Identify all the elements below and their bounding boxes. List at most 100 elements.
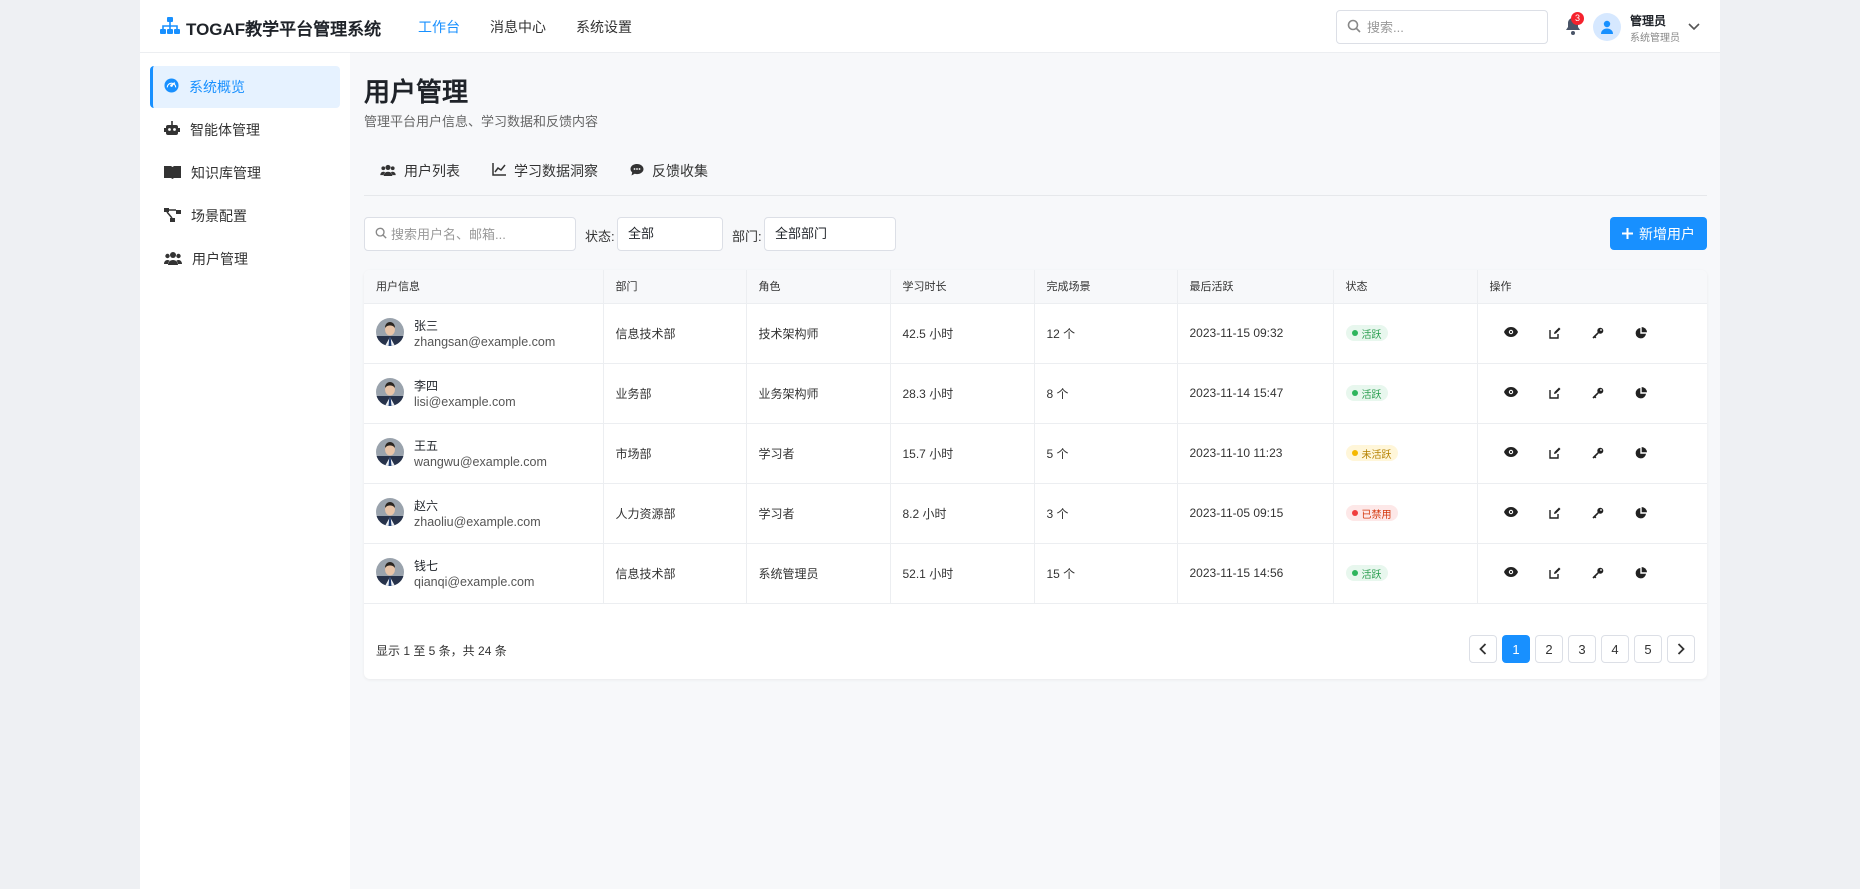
role-cell: 技术架构师 [746, 303, 891, 364]
key-icon[interactable] [1591, 327, 1604, 339]
column-header[interactable]: 用户信息 [364, 270, 604, 304]
column-header[interactable]: 角色 [746, 270, 891, 304]
next-page-button[interactable] [1667, 635, 1695, 663]
key-icon[interactable] [1591, 507, 1604, 519]
status-dot [1351, 570, 1358, 576]
user-email: zhangsan@example.com [414, 335, 556, 349]
app-window: TOGAF教学平台管理系统 工作台 消息中心 系统设置 3 管理员 系统管理员 [140, 0, 1720, 889]
page-1-button[interactable]: 1 [1502, 635, 1530, 663]
search-icon [375, 227, 387, 242]
chevron-right-icon [1677, 643, 1685, 655]
role-cell: 学习者 [746, 483, 891, 544]
pie-chart-icon[interactable] [1635, 387, 1647, 399]
page-3-button[interactable]: 3 [1568, 635, 1596, 663]
pie-chart-icon[interactable] [1635, 507, 1647, 519]
pie-chart-icon[interactable] [1635, 567, 1647, 579]
eye-icon[interactable] [1503, 507, 1518, 519]
sidebar-item-overview[interactable]: 系统概览 [150, 66, 340, 108]
status-badge: 未活跃 [1345, 445, 1398, 461]
dept-filter-select[interactable]: 全部部门 [764, 217, 896, 251]
sidebar-item-agents[interactable]: 智能体管理 [150, 109, 340, 151]
table-row[interactable]: 张三 zhangsan@example.com 信息技术部 技术架构师 42.5 小时 1… [364, 303, 1707, 364]
key-icon[interactable] [1591, 447, 1604, 459]
table-row[interactable]: 赵六 zhaoliu@example.com 人力资源部 学习者 8.2 小时 3 个 20… [364, 483, 1707, 544]
page-2-button[interactable]: 2 [1535, 635, 1563, 663]
user-search-input[interactable] [391, 226, 571, 242]
sidebar-item-users[interactable]: 用户管理 [150, 238, 340, 280]
status-dot [1351, 510, 1358, 516]
key-icon[interactable] [1591, 567, 1604, 579]
tabs: 用户列表 学习数据洞察 反馈收集 [364, 156, 1707, 196]
user-email: lisi@example.com [414, 395, 516, 409]
actions-cell [1477, 483, 1707, 544]
user-email: zhaoliu@example.com [414, 515, 541, 529]
sidebar-item-knowledge-base[interactable]: 知识库管理 [150, 152, 340, 194]
hours-cell: 8.2 小时 [890, 483, 1035, 544]
column-header[interactable]: 完成场景 [1034, 270, 1178, 304]
user-info-cell: 王五 wangwu@example.com [364, 423, 604, 484]
book-icon [164, 165, 181, 182]
nav-system-settings[interactable]: 系统设置 [576, 17, 632, 37]
prev-page-button[interactable] [1469, 635, 1497, 663]
pie-chart-icon[interactable] [1635, 447, 1647, 459]
scenes-cell: 12 个 [1034, 303, 1178, 364]
table-row[interactable]: 李四 lisi@example.com 业务部 业务架构师 28.3 小时 8 个 2023… [364, 363, 1707, 424]
status-filter-select[interactable]: 全部 [617, 217, 723, 251]
global-search[interactable] [1336, 10, 1548, 44]
sidebar-item-scenes[interactable]: 场景配置 [150, 195, 340, 237]
table-row[interactable]: 王五 wangwu@example.com 市场部 学习者 15.7 小时 5 个 2023… [364, 423, 1707, 484]
avatar [376, 317, 404, 349]
edit-icon[interactable] [1548, 567, 1561, 579]
tab-label: 用户列表 [404, 163, 460, 179]
robot-icon [164, 121, 180, 139]
tab-feedback[interactable]: 反馈收集 [630, 156, 708, 186]
eye-icon[interactable] [1503, 447, 1518, 459]
eye-icon[interactable] [1503, 327, 1518, 339]
plus-icon [1622, 226, 1633, 242]
add-user-button[interactable]: 新增用户 [1610, 217, 1707, 250]
hours-cell: 52.1 小时 [890, 543, 1035, 604]
status-text: 活跃 [1361, 389, 1382, 401]
page-4-button[interactable]: 4 [1601, 635, 1629, 663]
page-5-button[interactable]: 5 [1634, 635, 1662, 663]
eye-icon[interactable] [1503, 387, 1518, 399]
avatar [376, 377, 404, 409]
flow-icon [164, 207, 181, 225]
role-cell: 业务架构师 [746, 363, 891, 424]
hours-cell: 42.5 小时 [890, 303, 1035, 364]
nav-workbench[interactable]: 工作台 [418, 17, 460, 37]
edit-icon[interactable] [1548, 387, 1561, 399]
user-avatar[interactable] [1593, 13, 1621, 41]
nav-message-center[interactable]: 消息中心 [490, 17, 546, 37]
status-badge: 已禁用 [1345, 505, 1398, 521]
edit-icon[interactable] [1548, 327, 1561, 339]
edit-icon[interactable] [1548, 447, 1561, 459]
table-row[interactable]: 钱七 qianqi@example.com 信息技术部 系统管理员 52.1 小时 15 … [364, 543, 1707, 604]
brand[interactable]: TOGAF教学平台管理系统 [160, 15, 381, 40]
global-search-input[interactable] [1367, 19, 1537, 35]
column-header[interactable]: 状态 [1333, 270, 1478, 304]
last-active-cell: 2023-11-15 14:56 [1177, 543, 1334, 604]
column-header[interactable]: 最后活跃 [1177, 270, 1334, 304]
key-icon[interactable] [1591, 387, 1604, 399]
comment-icon [630, 163, 644, 179]
chevron-down-icon[interactable] [1688, 20, 1700, 35]
status-cell: 活跃 [1333, 543, 1478, 604]
user-email: qianqi@example.com [414, 575, 535, 589]
status-text: 已禁用 [1361, 509, 1392, 521]
user-info-cell: 张三 zhangsan@example.com [364, 303, 604, 364]
hours-cell: 15.7 小时 [890, 423, 1035, 484]
column-header[interactable]: 部门 [603, 270, 747, 304]
status-cell: 已禁用 [1333, 483, 1478, 544]
scenes-cell: 3 个 [1034, 483, 1178, 544]
tab-user-list[interactable]: 用户列表 [380, 156, 460, 186]
role-cell: 系统管理员 [746, 543, 891, 604]
avatar [376, 437, 404, 469]
pie-chart-icon[interactable] [1635, 327, 1647, 339]
eye-icon[interactable] [1503, 567, 1518, 579]
user-search-field[interactable] [364, 217, 576, 251]
tab-learning-insights[interactable]: 学习数据洞察 [492, 156, 598, 186]
edit-icon[interactable] [1548, 507, 1561, 519]
column-header[interactable]: 学习时长 [890, 270, 1035, 304]
actions-cell [1477, 543, 1707, 604]
